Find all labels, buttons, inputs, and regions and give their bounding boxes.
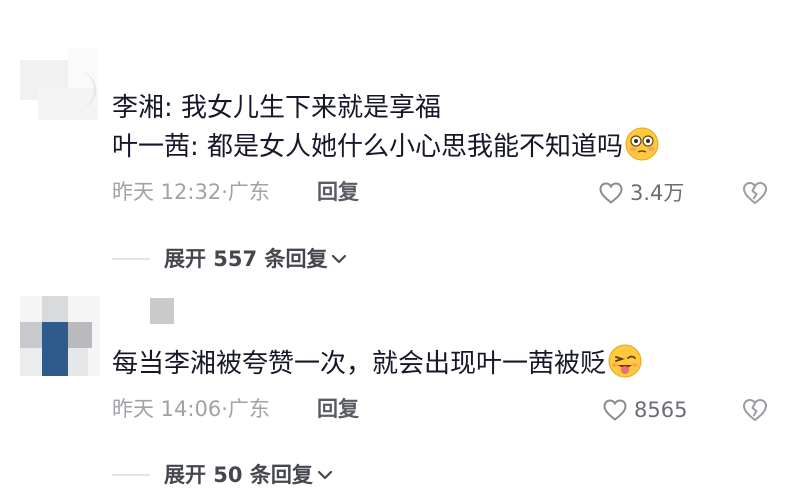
- heart-outline-icon: [599, 182, 623, 204]
- broken-heart-icon: [742, 398, 768, 422]
- comment-text-line: 叶一茜: 都是女人她什么小心思我能不知道吗: [112, 127, 659, 173]
- reply-button[interactable]: 回复: [317, 395, 359, 423]
- expand-replies-button[interactable]: 展开 557 条回复: [112, 245, 349, 273]
- like-count: 3.4万: [630, 181, 685, 205]
- comment-time-location: 昨天 12:32·广东: [112, 180, 270, 204]
- comment-time-location: 昨天 14:06·广东: [112, 397, 270, 421]
- like-button[interactable]: 3.4万: [598, 179, 684, 207]
- comment-text-line: 李湘: 我女儿生下来就是享福: [112, 93, 442, 123]
- flushed-face-emoji: [625, 127, 659, 173]
- divider: [112, 258, 150, 260]
- comment-text-line: 每当李湘被夸赞一次，就会出现叶一茜被贬: [112, 344, 642, 390]
- expand-replies-label: 展开 50 条回复: [164, 463, 313, 487]
- like-count: 8565: [634, 398, 688, 422]
- heart-outline-icon: [603, 399, 627, 421]
- like-button[interactable]: 8565: [602, 396, 687, 424]
- reply-button[interactable]: 回复: [317, 178, 359, 206]
- avatar[interactable]: [20, 48, 98, 120]
- chevron-down-icon: [332, 254, 347, 264]
- dislike-button[interactable]: [741, 180, 769, 210]
- avatar-badge: [150, 298, 174, 324]
- broken-heart-icon: [742, 181, 768, 205]
- avatar[interactable]: [20, 296, 100, 376]
- chevron-down-icon: [317, 470, 332, 480]
- winking-tongue-face-emoji: [608, 344, 642, 390]
- expand-replies-label: 展开 557 条回复: [164, 247, 328, 271]
- expand-replies-button[interactable]: 展开 50 条回复: [112, 461, 335, 489]
- dislike-button[interactable]: [741, 397, 769, 427]
- divider: [112, 474, 150, 476]
